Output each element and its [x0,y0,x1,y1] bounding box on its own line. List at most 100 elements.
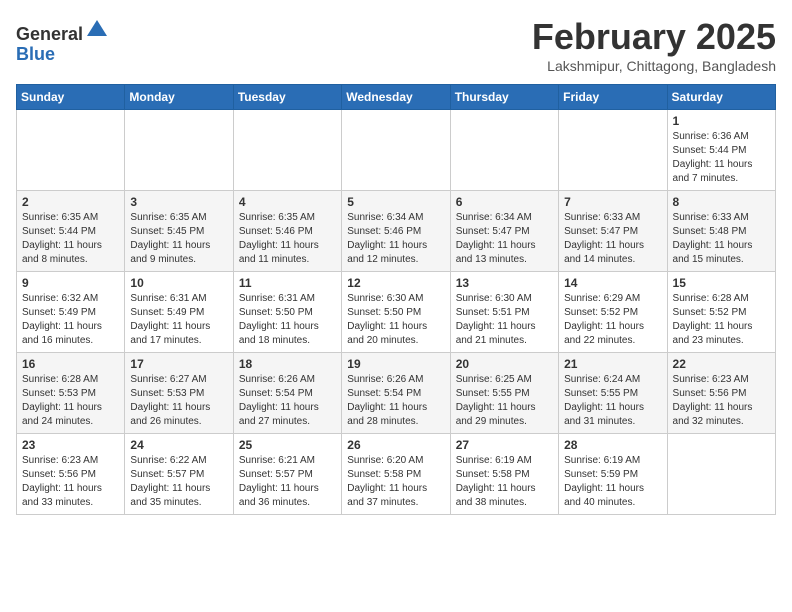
day-info: Sunrise: 6:36 AM Sunset: 5:44 PM Dayligh… [673,130,770,186]
month-title: February 2025 [532,16,776,58]
day-info: Sunrise: 6:26 AM Sunset: 5:54 PM Dayligh… [239,373,336,429]
day-info: Sunrise: 6:22 AM Sunset: 5:57 PM Dayligh… [130,454,227,510]
calendar-day-cell [17,110,125,191]
day-info: Sunrise: 6:20 AM Sunset: 5:58 PM Dayligh… [347,454,444,510]
day-info: Sunrise: 6:33 AM Sunset: 5:48 PM Dayligh… [673,211,770,267]
calendar-day-cell: 20Sunrise: 6:25 AM Sunset: 5:55 PM Dayli… [450,353,558,434]
day-info: Sunrise: 6:31 AM Sunset: 5:50 PM Dayligh… [239,292,336,348]
day-info: Sunrise: 6:24 AM Sunset: 5:55 PM Dayligh… [564,373,661,429]
day-info: Sunrise: 6:19 AM Sunset: 5:58 PM Dayligh… [456,454,553,510]
calendar-day-cell: 19 Sunrise: 6:26 AM Sunset: 5:54 PM Dayli… [342,353,450,434]
calendar-header-row: SundayMondayTuesdayWednesdayThursdayFrid… [17,85,776,110]
calendar-week-row: 23 Sunrise: 6:23 AM Sunset: 5:56 PM Dayli… [17,434,776,515]
day-info: Sunrise: 6:35 AM Sunset: 5:45 PM Dayligh… [130,211,227,267]
calendar-day-cell: 1 Sunrise: 6:36 AM Sunset: 5:44 PM Daylig… [667,110,775,191]
day-info: Sunrise: 6:35 AM Sunset: 5:44 PM Dayligh… [22,211,119,267]
day-info: Sunrise: 6:32 AM Sunset: 5:49 PM Dayligh… [22,292,119,348]
weekday-header: Thursday [450,85,558,110]
day-number: 19 [347,357,444,371]
day-info: Sunrise: 6:26 AM Sunset: 5:54 PM Dayligh… [347,373,444,429]
day-info: Sunrise: 6:27 AM Sunset: 5:53 PM Dayligh… [130,373,227,429]
weekday-header: Friday [559,85,667,110]
calendar-week-row: 2 Sunrise: 6:35 AM Sunset: 5:44 PM Daylig… [17,191,776,272]
day-number: 14 [564,276,661,290]
calendar-day-cell: 28 Sunrise: 6:19 AM Sunset: 5:59 PM Dayli… [559,434,667,515]
calendar-day-cell [125,110,233,191]
calendar-day-cell: 23 Sunrise: 6:23 AM Sunset: 5:56 PM Dayli… [17,434,125,515]
calendar-day-cell: 17 Sunrise: 6:27 AM Sunset: 5:53 PM Dayli… [125,353,233,434]
day-info: Sunrise: 6:31 AM Sunset: 5:49 PM Dayligh… [130,292,227,348]
day-number: 9 [22,276,119,290]
logo: General Blue [16,16,109,65]
day-number: 13 [456,276,553,290]
day-number: 4 [239,195,336,209]
day-number: 2 [22,195,119,209]
calendar-day-cell: 11Sunrise: 6:31 AM Sunset: 5:50 PM Dayli… [233,272,341,353]
calendar-day-cell: 10 Sunrise: 6:31 AM Sunset: 5:49 PM Dayli… [125,272,233,353]
day-number: 17 [130,357,227,371]
day-info: Sunrise: 6:23 AM Sunset: 5:56 PM Dayligh… [22,454,119,510]
page-header: General Blue February 2025 Lakshmipur, C… [16,16,776,74]
day-number: 5 [347,195,444,209]
calendar-day-cell [342,110,450,191]
calendar-day-cell: 9 Sunrise: 6:32 AM Sunset: 5:49 PM Daylig… [17,272,125,353]
weekday-header: Monday [125,85,233,110]
location-text: Lakshmipur, Chittagong, Bangladesh [532,58,776,74]
calendar-week-row: 9 Sunrise: 6:32 AM Sunset: 5:49 PM Daylig… [17,272,776,353]
weekday-header: Tuesday [233,85,341,110]
calendar-day-cell: 15 Sunrise: 6:28 AM Sunset: 5:52 PM Dayli… [667,272,775,353]
day-number: 24 [130,438,227,452]
weekday-header: Wednesday [342,85,450,110]
day-number: 12 [347,276,444,290]
calendar-day-cell: 14 Sunrise: 6:29 AM Sunset: 5:52 PM Dayli… [559,272,667,353]
day-number: 16 [22,357,119,371]
calendar-day-cell: 21 Sunrise: 6:24 AM Sunset: 5:55 PM Dayli… [559,353,667,434]
day-info: Sunrise: 6:21 AM Sunset: 5:57 PM Dayligh… [239,454,336,510]
calendar-day-cell: 3 Sunrise: 6:35 AM Sunset: 5:45 PM Daylig… [125,191,233,272]
day-number: 8 [673,195,770,209]
day-info: Sunrise: 6:34 AM Sunset: 5:46 PM Dayligh… [347,211,444,267]
day-number: 23 [22,438,119,452]
calendar-day-cell: 26Sunrise: 6:20 AM Sunset: 5:58 PM Dayli… [342,434,450,515]
calendar-day-cell [667,434,775,515]
title-block: February 2025 Lakshmipur, Chittagong, Ba… [532,16,776,74]
logo-general-text: General [16,24,83,44]
calendar-day-cell: 16 Sunrise: 6:28 AM Sunset: 5:53 PM Dayli… [17,353,125,434]
day-number: 21 [564,357,661,371]
day-number: 27 [456,438,553,452]
calendar-day-cell: 2 Sunrise: 6:35 AM Sunset: 5:44 PM Daylig… [17,191,125,272]
calendar-day-cell: 22Sunrise: 6:23 AM Sunset: 5:56 PM Dayli… [667,353,775,434]
day-number: 22 [673,357,770,371]
calendar-day-cell: 13 Sunrise: 6:30 AM Sunset: 5:51 PM Dayli… [450,272,558,353]
calendar-day-cell: 7Sunrise: 6:33 AM Sunset: 5:47 PM Daylig… [559,191,667,272]
logo-blue-text: Blue [16,44,55,64]
day-info: Sunrise: 6:33 AM Sunset: 5:47 PM Dayligh… [564,211,661,267]
day-info: Sunrise: 6:30 AM Sunset: 5:51 PM Dayligh… [456,292,553,348]
day-info: Sunrise: 6:29 AM Sunset: 5:52 PM Dayligh… [564,292,661,348]
day-info: Sunrise: 6:28 AM Sunset: 5:52 PM Dayligh… [673,292,770,348]
day-number: 3 [130,195,227,209]
day-number: 28 [564,438,661,452]
calendar-table: SundayMondayTuesdayWednesdayThursdayFrid… [16,84,776,515]
logo-icon [85,16,109,40]
calendar-day-cell: 5 Sunrise: 6:34 AM Sunset: 5:46 PM Daylig… [342,191,450,272]
calendar-day-cell: 24 Sunrise: 6:22 AM Sunset: 5:57 PM Dayli… [125,434,233,515]
day-info: Sunrise: 6:19 AM Sunset: 5:59 PM Dayligh… [564,454,661,510]
day-number: 6 [456,195,553,209]
day-number: 15 [673,276,770,290]
day-number: 1 [673,114,770,128]
day-number: 18 [239,357,336,371]
day-info: Sunrise: 6:30 AM Sunset: 5:50 PM Dayligh… [347,292,444,348]
calendar-day-cell [559,110,667,191]
weekday-header: Sunday [17,85,125,110]
calendar-day-cell: 25Sunrise: 6:21 AM Sunset: 5:57 PM Dayli… [233,434,341,515]
calendar-week-row: 16 Sunrise: 6:28 AM Sunset: 5:53 PM Dayli… [17,353,776,434]
day-info: Sunrise: 6:28 AM Sunset: 5:53 PM Dayligh… [22,373,119,429]
day-info: Sunrise: 6:25 AM Sunset: 5:55 PM Dayligh… [456,373,553,429]
calendar-day-cell: 27 Sunrise: 6:19 AM Sunset: 5:58 PM Dayli… [450,434,558,515]
calendar-day-cell: 18 Sunrise: 6:26 AM Sunset: 5:54 PM Dayli… [233,353,341,434]
calendar-day-cell [450,110,558,191]
day-info: Sunrise: 6:34 AM Sunset: 5:47 PM Dayligh… [456,211,553,267]
calendar-day-cell: 12 Sunrise: 6:30 AM Sunset: 5:50 PM Dayli… [342,272,450,353]
day-number: 10 [130,276,227,290]
